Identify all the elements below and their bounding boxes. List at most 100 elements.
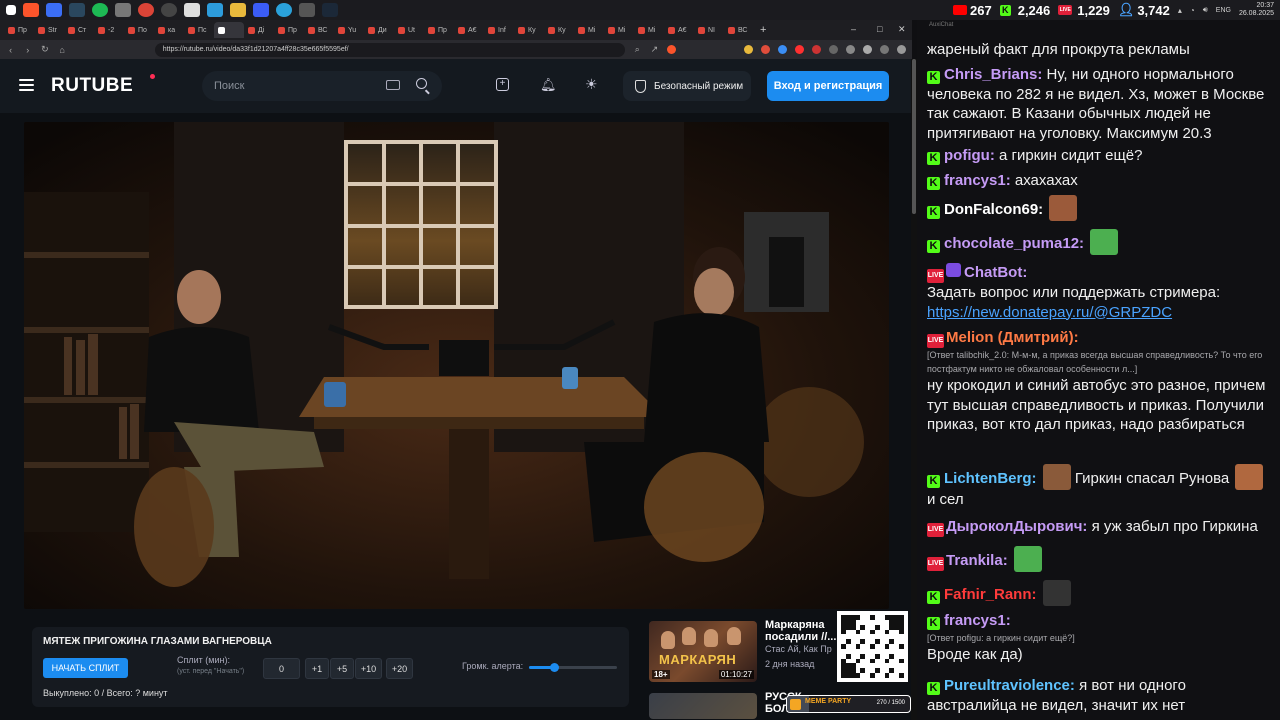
- chat-username[interactable]: Fafnir_Rann:: [944, 586, 1037, 603]
- obs-icon[interactable]: [161, 3, 177, 17]
- close-icon[interactable]: ✕: [898, 24, 906, 35]
- recommended-video-thumbnail[interactable]: МАРКАРЯН 18+ 01:10:27: [649, 621, 757, 682]
- browser-tab[interactable]: А€: [454, 22, 484, 38]
- upload-icon[interactable]: +: [496, 78, 509, 91]
- browser-tab[interactable]: [214, 22, 244, 38]
- extension-icon[interactable]: [761, 45, 771, 54]
- browser-tab[interactable]: Ст: [64, 22, 94, 38]
- safe-mode-button[interactable]: Безопасный режим: [623, 71, 751, 101]
- chat-username[interactable]: ДыроколДырович:: [946, 518, 1087, 535]
- recommended-video-title[interactable]: Маркаряна посадили //...: [765, 619, 836, 643]
- spotify-icon[interactable]: [92, 3, 108, 17]
- scrollbar-thumb[interactable]: [912, 59, 916, 214]
- extension-icon[interactable]: [778, 45, 788, 54]
- browser-tab[interactable]: Ку: [544, 22, 574, 38]
- extension-icon[interactable]: [812, 45, 822, 54]
- extension-icon[interactable]: [863, 45, 873, 54]
- language-indicator[interactable]: ENG: [1216, 7, 1231, 14]
- chat-username[interactable]: francys1:: [944, 612, 1011, 629]
- alert-volume-slider[interactable]: [529, 663, 617, 672]
- browser-tab[interactable]: Пс: [184, 22, 214, 38]
- extension-icon[interactable]: [880, 45, 890, 54]
- alert-volume-thumb[interactable]: [549, 663, 559, 672]
- chat-username[interactable]: Chris_Brians:: [944, 66, 1042, 83]
- keyboard-icon[interactable]: [386, 80, 400, 90]
- wifi-icon[interactable]: ◔: [1190, 6, 1195, 15]
- clock[interactable]: 20:37 26.08.2025: [1239, 2, 1274, 18]
- app-icon[interactable]: [299, 3, 315, 17]
- browser-tab[interactable]: Mi: [574, 22, 604, 38]
- browser-tab[interactable]: -2: [94, 22, 124, 38]
- chat-username[interactable]: pofigu:: [944, 147, 995, 164]
- share-icon[interactable]: ↗: [650, 44, 659, 55]
- steam-icon[interactable]: [322, 3, 338, 17]
- browser-tab[interactable]: Mi: [634, 22, 664, 38]
- chat-username[interactable]: LichtenBerg:: [944, 470, 1037, 487]
- chat-username[interactable]: Trankila:: [946, 552, 1008, 569]
- app-icon[interactable]: [115, 3, 131, 17]
- browser-tab[interactable]: ВС: [304, 22, 334, 38]
- browser-tab[interactable]: ВС: [724, 22, 754, 38]
- recommended-channel[interactable]: Стас Ай, Как Пр: [765, 644, 832, 654]
- search-input[interactable]: [214, 80, 374, 92]
- browser-tab[interactable]: Ді: [244, 22, 274, 38]
- telegram-icon[interactable]: [276, 3, 292, 17]
- app-icon[interactable]: [46, 3, 62, 17]
- extension-icon[interactable]: [795, 45, 805, 54]
- menu-icon[interactable]: [897, 45, 907, 54]
- chat-username[interactable]: Melion (Дмитрий):: [946, 329, 1079, 346]
- start-icon[interactable]: [6, 5, 16, 15]
- browser-tab[interactable]: Пр: [4, 22, 34, 38]
- browser-tab[interactable]: Пр: [274, 22, 304, 38]
- maximize-icon[interactable]: □: [877, 24, 882, 34]
- forward-icon[interactable]: ›: [23, 45, 32, 55]
- recommended-video-thumbnail[interactable]: [649, 693, 757, 719]
- sun-icon[interactable]: ☀: [585, 76, 598, 93]
- login-button[interactable]: Вход и регистрация: [767, 71, 889, 101]
- app-icon[interactable]: [184, 3, 200, 17]
- browser-tab[interactable]: Mi: [604, 22, 634, 38]
- search-icon[interactable]: [416, 78, 427, 89]
- volume-icon[interactable]: 🔊︎: [1203, 5, 1208, 15]
- rutube-logo[interactable]: RUTUBE: [51, 75, 133, 97]
- steam-icon[interactable]: [69, 3, 85, 17]
- folder-icon[interactable]: [230, 3, 246, 17]
- start-split-button[interactable]: НАЧАТЬ СПЛИТ: [43, 658, 128, 678]
- add-20-button[interactable]: +20: [386, 658, 413, 679]
- new-tab-button[interactable]: +: [754, 24, 772, 36]
- browser-tab[interactable]: По: [124, 22, 154, 38]
- video-player[interactable]: [24, 122, 889, 609]
- zoom-icon[interactable]: ⌕: [633, 44, 642, 55]
- back-icon[interactable]: ‹: [6, 45, 15, 55]
- browser-tab[interactable]: NI: [694, 22, 724, 38]
- reload-icon[interactable]: ↻: [40, 44, 49, 55]
- browser-tab[interactable]: Inf: [484, 22, 514, 38]
- browser-tab[interactable]: ка: [154, 22, 184, 38]
- url-field[interactable]: https://rutube.ru/video/da33f1d21207a4ff…: [154, 42, 625, 57]
- split-minutes-input[interactable]: [263, 658, 300, 679]
- donate-link[interactable]: https://new.donatepay.ru/@GRPZDC: [927, 303, 1277, 323]
- home-icon[interactable]: ⌂: [58, 45, 67, 55]
- add-1-button[interactable]: +1: [305, 658, 329, 679]
- chat-username[interactable]: Pureultraviolence:: [944, 677, 1075, 694]
- browser-icon[interactable]: [23, 3, 39, 17]
- browser-tab[interactable]: Ut: [394, 22, 424, 38]
- browser-tab[interactable]: А€: [664, 22, 694, 38]
- browser-tab[interactable]: Пр: [424, 22, 454, 38]
- browser-tab[interactable]: Ди: [364, 22, 394, 38]
- chat-username[interactable]: DonFalcon69:: [944, 201, 1043, 218]
- chrome-icon[interactable]: [138, 3, 154, 17]
- extension-icon[interactable]: [744, 45, 754, 54]
- add-10-button[interactable]: +10: [355, 658, 382, 679]
- extension-icon[interactable]: [829, 45, 839, 54]
- extension-icon[interactable]: [846, 45, 856, 54]
- brave-shield-icon[interactable]: [667, 45, 677, 54]
- browser-tab[interactable]: Yu: [334, 22, 364, 38]
- app-icon[interactable]: [207, 3, 223, 17]
- chat-username[interactable]: ChatBot:: [964, 264, 1027, 281]
- minimize-icon[interactable]: –: [851, 24, 856, 34]
- app-icon[interactable]: [253, 3, 269, 17]
- menu-icon[interactable]: [19, 79, 34, 91]
- chat-username[interactable]: francys1:: [944, 172, 1011, 189]
- browser-tab[interactable]: Str: [34, 22, 64, 38]
